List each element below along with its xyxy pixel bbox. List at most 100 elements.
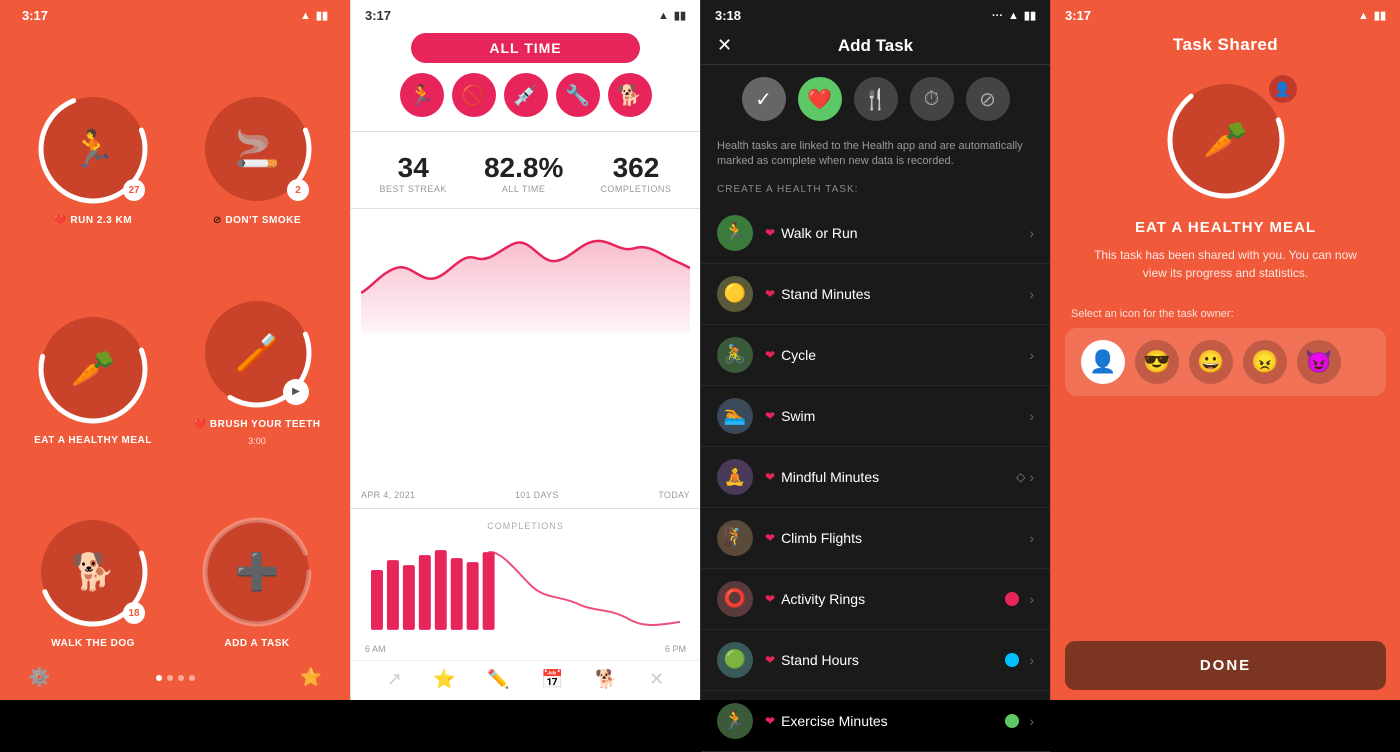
page-dots bbox=[156, 675, 195, 681]
mindful-diamond: ◇ bbox=[1016, 470, 1025, 484]
activity-text: ❤ Activity Rings bbox=[765, 591, 1005, 607]
line-chart-area bbox=[351, 213, 700, 486]
task-shared-circle-area: 🥕 👤 bbox=[1051, 65, 1400, 211]
tab-health[interactable]: ❤️ bbox=[798, 77, 842, 121]
climb-text: ❤ Climb Flights bbox=[765, 530, 1029, 546]
activity-heart: ❤ bbox=[765, 592, 775, 606]
list-item-mindful[interactable]: 🧘 ❤ Mindful Minutes ◇ › bbox=[701, 447, 1050, 508]
stat-icon-inject[interactable]: 💉 bbox=[504, 73, 548, 117]
time-1: 3:17 bbox=[22, 8, 48, 23]
stat-icon-smoke[interactable]: 🚫 bbox=[452, 73, 496, 117]
stat-icon-tool[interactable]: 🔧 bbox=[556, 73, 600, 117]
list-item-activity[interactable]: ⭕ ❤ Activity Rings › bbox=[701, 569, 1050, 630]
circle-add-task: ➕ bbox=[197, 512, 317, 632]
close-bottom-icon[interactable]: ✕ bbox=[649, 669, 664, 690]
edit-icon[interactable]: ✏️ bbox=[487, 669, 509, 690]
done-button[interactable]: DONE bbox=[1065, 641, 1386, 690]
list-item-walk-run[interactable]: 🏃 ❤ Walk or Run › bbox=[701, 203, 1050, 264]
screen1-main-tasks: 3:17 ▲ ▮▮ 🏃 27 ❤️ RUN 2.3 KM bbox=[0, 0, 350, 700]
task-cell-eat-healthy[interactable]: 🥕 EAT A HEALTHY MEAL bbox=[18, 240, 168, 445]
battery-icon-4: ▮▮ bbox=[1374, 9, 1386, 22]
star-bottom-icon[interactable]: ⭐ bbox=[433, 669, 455, 690]
alltime-label: ALL TIME bbox=[484, 184, 563, 194]
walk-run-name: Walk or Run bbox=[781, 225, 858, 241]
stat-icon-run[interactable]: 🏃 bbox=[400, 73, 444, 117]
run-label: RUN 2.3 KM bbox=[70, 215, 132, 226]
shared-task-title: EAT A HEALTHY MEAL bbox=[1051, 211, 1400, 242]
task-cell-dont-smoke[interactable]: 🚬 2 ⊘ DON'T SMOKE bbox=[182, 37, 332, 226]
avatar-person[interactable]: 👤 bbox=[1081, 340, 1125, 384]
tab-check[interactable]: ✓ bbox=[742, 77, 786, 121]
calendar-icon[interactable]: 📅 bbox=[541, 669, 563, 690]
exercise-heart: ❤ bbox=[765, 714, 775, 728]
smoke-label: DON'T SMOKE bbox=[225, 215, 301, 226]
avatar-smile[interactable]: 😀 bbox=[1189, 340, 1233, 384]
walk-run-heart: ❤ bbox=[765, 226, 775, 240]
smoke-icon: 🚬 bbox=[235, 128, 280, 170]
list-item-climb[interactable]: 🧗 ❤ Climb Flights › bbox=[701, 508, 1050, 569]
stand-hours-heart: ❤ bbox=[765, 653, 775, 667]
wifi-icon-4: ▲ bbox=[1358, 10, 1369, 22]
all-time-button[interactable]: ALL TIME bbox=[411, 33, 640, 63]
cycle-name: Cycle bbox=[781, 347, 816, 363]
task-cell-run[interactable]: 🏃 27 ❤️ RUN 2.3 KM bbox=[18, 37, 168, 226]
tab-food[interactable]: 🍴 bbox=[854, 77, 898, 121]
cycle-heart: ❤ bbox=[765, 348, 775, 362]
chart-time-end: 6 PM bbox=[665, 644, 686, 654]
screen1-bottom-bar: ⚙️ ⭐ bbox=[12, 659, 338, 700]
time-4: 3:17 bbox=[1065, 8, 1091, 23]
stand-hours-text: ❤ Stand Hours bbox=[765, 652, 1005, 668]
add-icon: ➕ bbox=[235, 551, 280, 593]
task-grid: 🏃 27 ❤️ RUN 2.3 KM 🚬 2 ⊘ DON'T SMOKE bbox=[12, 27, 338, 659]
list-item-swim[interactable]: 🏊 ❤ Swim › bbox=[701, 386, 1050, 447]
close-button[interactable]: ✕ bbox=[717, 35, 732, 56]
settings-icon[interactable]: ⚙️ bbox=[28, 667, 50, 688]
stat-best-streak: 34 BEST STREAK bbox=[380, 152, 447, 194]
avatar-angry[interactable]: 😠 bbox=[1243, 340, 1287, 384]
person-badge: 👤 bbox=[1269, 75, 1297, 103]
exercise-chevron: › bbox=[1029, 713, 1034, 729]
stat-icon-dog[interactable]: 🐕 bbox=[608, 73, 652, 117]
stat-all-time: 82.8% ALL TIME bbox=[484, 152, 563, 194]
stand-hours-icon: 🟢 bbox=[717, 642, 753, 678]
tab-timer[interactable]: ⏱ bbox=[910, 77, 954, 121]
avatar-devil[interactable]: 😈 bbox=[1297, 340, 1341, 384]
stand-minutes-icon: 🟡 bbox=[717, 276, 753, 312]
divider-3 bbox=[351, 508, 700, 509]
brush-icon: 🪥 bbox=[235, 332, 280, 374]
share-icon[interactable]: ↗ bbox=[387, 669, 402, 690]
cycle-icon: 🚴 bbox=[717, 337, 753, 373]
stand-hours-name: Stand Hours bbox=[781, 652, 859, 668]
exercise-color-dot bbox=[1005, 714, 1019, 728]
status-icons-4: ▲ ▮▮ bbox=[1358, 8, 1386, 23]
activity-name: Activity Rings bbox=[781, 591, 865, 607]
task-cell-brush-teeth[interactable]: 🪥 ▶ ❤️ BRUSH YOUR TEETH 3:00 bbox=[182, 240, 332, 445]
task-cell-walk-dog[interactable]: 🐕 18 WALK THE DOG bbox=[18, 460, 168, 649]
favorites-icon[interactable]: ⭐ bbox=[300, 667, 322, 688]
play-button[interactable]: ▶ bbox=[283, 379, 309, 405]
dot-1 bbox=[156, 675, 162, 681]
mindful-heart: ❤ bbox=[765, 470, 775, 484]
dog-bottom-icon[interactable]: 🐕 bbox=[595, 669, 617, 690]
brush-sublabel: 3:00 bbox=[248, 436, 266, 446]
task-cell-add-task[interactable]: ➕ ADD A TASK bbox=[182, 460, 332, 649]
screen3-add-task: 3:18 ··· ▲ ▮▮ ✕ Add Task ✓ ❤️ 🍴 ⏱ ⊘ Heal… bbox=[700, 0, 1050, 700]
list-item-cycle[interactable]: 🚴 ❤ Cycle › bbox=[701, 325, 1050, 386]
stand-minutes-chevron: › bbox=[1029, 286, 1034, 302]
streak-value: 34 bbox=[380, 152, 447, 184]
completions-chart-label: COMPLETIONS bbox=[351, 513, 700, 535]
completions-label: COMPLETIONS bbox=[600, 184, 671, 194]
list-item-stand-hours[interactable]: 🟢 ❤ Stand Hours › bbox=[701, 630, 1050, 691]
eat-label-row: EAT A HEALTHY MEAL bbox=[34, 435, 152, 446]
climb-icon: 🧗 bbox=[717, 520, 753, 556]
avatar-sunglasses[interactable]: 😎 bbox=[1135, 340, 1179, 384]
climb-chevron: › bbox=[1029, 530, 1034, 546]
status-bar-1: 3:17 ▲ ▮▮ bbox=[12, 0, 338, 27]
tab-block[interactable]: ⊘ bbox=[966, 77, 1010, 121]
swim-icon: 🏊 bbox=[717, 398, 753, 434]
walk-run-text: ❤ Walk or Run bbox=[765, 225, 1029, 241]
climb-heart: ❤ bbox=[765, 531, 775, 545]
completions-value: 362 bbox=[600, 152, 671, 184]
list-item-stand-minutes[interactable]: 🟡 ❤ Stand Minutes › bbox=[701, 264, 1050, 325]
run-label-row: ❤️ RUN 2.3 KM bbox=[54, 215, 132, 226]
